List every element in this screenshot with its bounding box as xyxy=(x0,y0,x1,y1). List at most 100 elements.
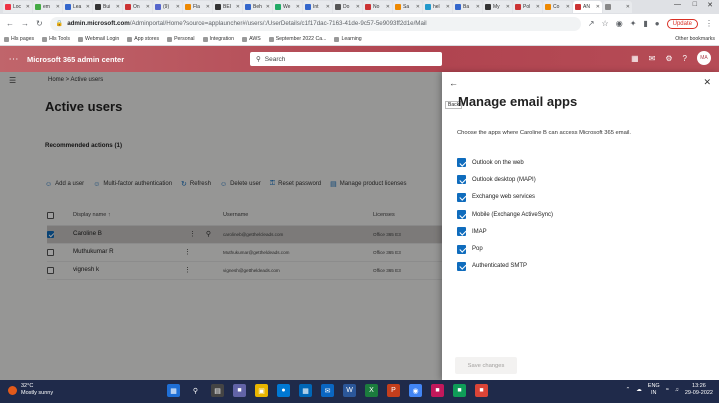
browser-tab[interactable]: AN ✕ xyxy=(573,1,602,13)
browser-tab[interactable]: We ✕ xyxy=(273,1,302,13)
weather-widget[interactable]: 32°C Mostly sunny xyxy=(8,383,53,397)
tab-close-icon[interactable]: ✕ xyxy=(176,4,180,10)
bookmark-item[interactable]: Hls pages xyxy=(4,36,34,42)
close-icon[interactable]: ✕ xyxy=(703,77,711,88)
bookmark-item[interactable]: Webmail Login xyxy=(78,36,119,42)
tab-close-icon[interactable]: ✕ xyxy=(356,4,360,10)
maximize-icon[interactable]: □ xyxy=(693,1,697,8)
app-checkbox[interactable] xyxy=(457,244,466,254)
volume-icon[interactable]: ♫ xyxy=(675,387,679,393)
app-title[interactable]: Microsoft 365 admin center xyxy=(27,55,124,64)
tab-close-icon[interactable]: ✕ xyxy=(116,4,120,10)
browser-tab[interactable]: Int ✕ xyxy=(303,1,332,13)
app-checkbox[interactable] xyxy=(457,227,466,237)
browser-tab[interactable]: (9) ✕ xyxy=(153,1,182,13)
bookmark-item[interactable]: AWS xyxy=(242,36,261,42)
tab-close-icon[interactable]: ✕ xyxy=(146,4,150,10)
browser-tab[interactable]: My ✕ xyxy=(483,1,512,13)
teams-icon[interactable]: ■ xyxy=(233,384,246,397)
star-icon[interactable]: ☆ xyxy=(602,19,609,28)
tab-close-icon[interactable]: ✕ xyxy=(476,4,480,10)
modal-overlay[interactable] xyxy=(0,72,442,380)
forward-arrow-icon[interactable]: → xyxy=(21,19,29,28)
list-item[interactable]: Outlook on the web xyxy=(457,154,553,171)
back-arrow-icon[interactable]: ← xyxy=(6,19,14,28)
browser-tab[interactable]: hel ✕ xyxy=(423,1,452,13)
notification-icon[interactable]: ✉ xyxy=(649,54,656,63)
bookmark-item[interactable]: App stores xyxy=(127,36,159,42)
tab-close-icon[interactable]: ✕ xyxy=(626,4,630,10)
word-icon[interactable]: W xyxy=(343,384,356,397)
app-checkbox[interactable] xyxy=(457,192,466,202)
browser-tab[interactable]: Bui ✕ xyxy=(93,1,122,13)
browser-tab[interactable]: ✕ xyxy=(603,1,632,13)
app-checkbox[interactable] xyxy=(457,175,466,185)
browser-tab[interactable]: Lea ✕ xyxy=(63,1,92,13)
tab-close-icon[interactable]: ✕ xyxy=(206,4,210,10)
help-icon[interactable]: ? xyxy=(683,54,687,63)
update-button[interactable]: Update xyxy=(666,18,698,29)
back-arrow-icon[interactable]: ← xyxy=(449,78,458,88)
url-field[interactable]: 🔒 admin.microsoft.com/Adminportal/Home?s… xyxy=(49,16,581,31)
app-icon[interactable]: ■ xyxy=(453,384,466,397)
tab-close-icon[interactable]: ✕ xyxy=(326,4,330,10)
list-item[interactable]: Exchange web services xyxy=(457,189,553,206)
tab-close-icon[interactable]: ✕ xyxy=(566,4,570,10)
tab-close-icon[interactable]: ✕ xyxy=(236,4,240,10)
browser-tab[interactable]: Loc ✕ xyxy=(3,1,32,13)
task-view-icon[interactable]: ▤ xyxy=(211,384,224,397)
list-item[interactable]: Outlook desktop (MAPI) xyxy=(457,171,553,188)
extension-icon[interactable]: ◉ xyxy=(616,19,623,28)
browser-tab[interactable]: em ✕ xyxy=(33,1,62,13)
app-icon[interactable]: ■ xyxy=(475,384,488,397)
file-explorer-icon[interactable]: ▣ xyxy=(255,384,268,397)
list-item[interactable]: Mobile (Exchange ActiveSync) xyxy=(457,206,553,223)
tab-close-icon[interactable]: ✕ xyxy=(596,4,600,10)
tab-close-icon[interactable]: ✕ xyxy=(26,4,30,10)
tab-close-icon[interactable]: ✕ xyxy=(536,4,540,10)
other-bookmarks[interactable]: Other bookmarks xyxy=(675,36,715,42)
browser-tab[interactable]: BEI ✕ xyxy=(213,1,242,13)
bookmark-item[interactable]: Integration xyxy=(202,36,234,42)
app-checkbox[interactable] xyxy=(457,261,466,271)
terminal-icon[interactable]: ▦ xyxy=(631,54,639,63)
browser-tab[interactable]: Fla ✕ xyxy=(183,1,212,13)
reload-icon[interactable]: ↻ xyxy=(36,19,43,28)
wifi-icon[interactable]: ≈ xyxy=(666,387,669,393)
region-indicator[interactable]: IN xyxy=(648,390,660,397)
powerpoint-icon[interactable]: P xyxy=(387,384,400,397)
tab-close-icon[interactable]: ✕ xyxy=(416,4,420,10)
list-item[interactable]: Pop xyxy=(457,240,553,257)
lang-indicator[interactable]: ENG xyxy=(648,383,660,390)
share-icon[interactable]: ↗ xyxy=(588,19,595,28)
bookmark-item[interactable]: Learning xyxy=(334,36,362,42)
bookmark-item[interactable]: Personal xyxy=(167,36,195,42)
edge-icon[interactable]: ● xyxy=(277,384,290,397)
search-box[interactable]: ⚲ Search xyxy=(250,52,442,66)
browser-tab[interactable]: No ✕ xyxy=(363,1,392,13)
browser-tab[interactable]: Beh ✕ xyxy=(243,1,272,13)
app-checkbox[interactable] xyxy=(457,210,466,220)
menu-dots-icon[interactable]: ⋮ xyxy=(705,19,713,28)
settings-gear-icon[interactable]: ⚙ xyxy=(665,54,672,63)
browser-tab[interactable]: Do ✕ xyxy=(333,1,362,13)
tab-close-icon[interactable]: ✕ xyxy=(296,4,300,10)
store-icon[interactable]: ▦ xyxy=(299,384,312,397)
cloud-icon[interactable]: ☁ xyxy=(636,387,642,393)
browser-tab[interactable]: Ba ✕ xyxy=(453,1,482,13)
chrome-icon[interactable]: ◉ xyxy=(409,384,422,397)
list-item[interactable]: Authenticated SMTP xyxy=(457,258,553,275)
chevron-up-icon[interactable]: ⌃ xyxy=(626,387,631,393)
save-changes-button[interactable]: Save changes xyxy=(455,357,517,374)
tab-close-icon[interactable]: ✕ xyxy=(446,4,450,10)
app-checkbox[interactable] xyxy=(457,158,466,168)
start-icon[interactable]: ▦ xyxy=(167,384,180,397)
avatar[interactable]: MA xyxy=(697,51,711,65)
tab-close-icon[interactable]: ✕ xyxy=(386,4,390,10)
sidepanel-icon[interactable]: ▮ xyxy=(643,19,647,28)
close-window-icon[interactable]: ✕ xyxy=(707,1,713,9)
browser-tab[interactable]: On ✕ xyxy=(123,1,152,13)
browser-tab[interactable]: Co ✕ xyxy=(543,1,572,13)
browser-tab[interactable]: Sa ✕ xyxy=(393,1,422,13)
bookmark-item[interactable]: September 2022 Ca... xyxy=(268,36,326,42)
